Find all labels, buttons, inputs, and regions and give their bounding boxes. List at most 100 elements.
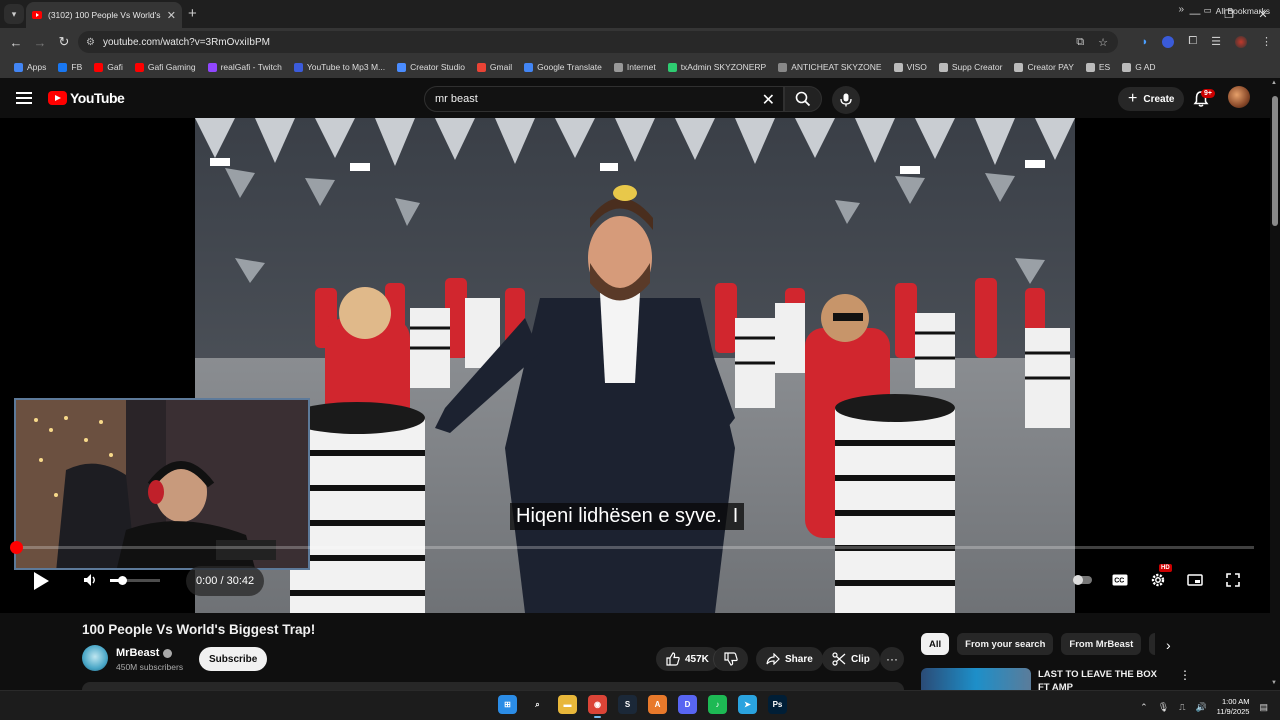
- back-button[interactable]: ←: [4, 35, 28, 50]
- extension-icon[interactable]: ◗: [1142, 36, 1149, 48]
- dislike-button[interactable]: [713, 647, 748, 671]
- progress-scrubber[interactable]: [10, 541, 23, 554]
- bookmark-label: Gafi: [107, 62, 123, 72]
- tab-close-icon[interactable]: ✕: [167, 9, 176, 22]
- bookmark-label: Gafi Gaming: [147, 62, 196, 72]
- recommended-thumbnail[interactable]: [921, 668, 1031, 690]
- forward-button[interactable]: →: [28, 35, 52, 50]
- settings-button[interactable]: [1147, 570, 1169, 590]
- filter-chip[interactable]: All: [921, 633, 950, 655]
- bookmark-item[interactable]: G AD: [1116, 62, 1161, 72]
- clip-button[interactable]: Clip: [822, 647, 880, 671]
- bookmark-item[interactable]: Supp Creator: [933, 62, 1009, 72]
- account-avatar[interactable]: [1228, 86, 1250, 108]
- youtube-logo[interactable]: YouTube: [48, 90, 125, 106]
- share-button[interactable]: Share: [756, 647, 823, 671]
- browser-toolbar: ← → ↻ ⚙ youtube.com/watch?v=3RmOvxiIbPM …: [0, 28, 1280, 56]
- recommended-menu-icon[interactable]: ⋮: [1179, 668, 1191, 682]
- network-icon[interactable]: ⎍: [1179, 702, 1185, 713]
- bookmark-item[interactable]: Google Translate: [518, 62, 608, 72]
- bookmark-item[interactable]: ANTICHEAT SKYZONE: [772, 62, 887, 72]
- filter-chip[interactable]: From MrBeast: [1061, 633, 1142, 655]
- extensions-puzzle-icon[interactable]: ⧠: [1188, 35, 1197, 48]
- all-bookmarks-button[interactable]: ▭ All Bookmarks: [1204, 5, 1270, 16]
- browser-menu-icon[interactable]: ⋮: [1261, 35, 1272, 48]
- channel-avatar[interactable]: [82, 645, 108, 671]
- like-button[interactable]: 457K: [656, 647, 719, 671]
- notification-center-icon[interactable]: ▤: [1259, 702, 1268, 713]
- volume-knob[interactable]: [118, 576, 127, 585]
- bookmark-item[interactable]: FB: [52, 62, 88, 72]
- bookmark-item[interactable]: txAdmin SKYZONERP: [662, 62, 773, 72]
- microphone-tray-icon[interactable]: 🎙: [1158, 702, 1169, 713]
- file-explorer-icon[interactable]: ▬: [558, 695, 577, 714]
- bookmark-item[interactable]: Gafi: [88, 62, 129, 72]
- filter-chip[interactable]: Bea: [1149, 633, 1155, 655]
- bookmark-item[interactable]: Creator Studio: [391, 62, 471, 72]
- video-player[interactable]: Hiqeni lidhësen e syve. I: [0, 118, 1270, 613]
- extension-icon[interactable]: [1162, 35, 1175, 48]
- chrome-icon[interactable]: ◉: [588, 695, 607, 718]
- browser-tab[interactable]: (3102) 100 People Vs World's Biggest Tra…: [26, 2, 182, 28]
- steam-icon[interactable]: S: [618, 695, 637, 714]
- chips-next-arrow-icon[interactable]: ›: [1166, 637, 1171, 653]
- new-tab-button[interactable]: +: [188, 5, 197, 22]
- app-icon[interactable]: A: [648, 695, 667, 714]
- create-label: Create: [1143, 93, 1175, 105]
- profile-icon[interactable]: [1235, 35, 1247, 48]
- tab-search-button[interactable]: ▾: [4, 4, 24, 24]
- bookmark-favicon-icon: [938, 62, 948, 72]
- search-input[interactable]: mr beast ✕: [424, 86, 784, 112]
- bookmark-item[interactable]: Gafi Gaming: [129, 62, 202, 72]
- fullscreen-button[interactable]: [1222, 570, 1244, 590]
- bookmark-item[interactable]: realGafi - Twitch: [202, 62, 288, 72]
- bookmark-label: VISO: [906, 62, 927, 72]
- scroll-up-arrow-icon[interactable]: ▲: [1271, 80, 1277, 86]
- windows-start-icon[interactable]: ⊞: [498, 695, 517, 714]
- bookmark-favicon-icon: [778, 62, 788, 72]
- install-app-icon[interactable]: ⧉: [1076, 36, 1084, 49]
- voice-search-button[interactable]: [832, 86, 860, 114]
- description-box[interactable]: [82, 682, 904, 690]
- bookmark-item[interactable]: ES: [1080, 62, 1116, 72]
- create-button[interactable]: + Create: [1118, 87, 1185, 111]
- scroll-down-arrow-icon[interactable]: ▼: [1271, 680, 1277, 686]
- progress-bar[interactable]: [16, 546, 1254, 549]
- clear-search-icon[interactable]: ✕: [762, 90, 775, 110]
- streamer-webcam-overlay: [14, 398, 310, 570]
- channel-name-link[interactable]: MrBeast: [116, 647, 173, 659]
- recommended-title[interactable]: LAST TO LEAVE THE BOX FT AMP: [1038, 668, 1163, 690]
- bookmark-star-icon[interactable]: ☆: [1098, 36, 1108, 49]
- captions-button[interactable]: CC: [1109, 570, 1131, 590]
- search-icon[interactable]: ⌕: [528, 695, 547, 714]
- more-actions-button[interactable]: ···: [880, 647, 904, 671]
- spotify-icon[interactable]: ♪: [708, 695, 727, 714]
- speaker-icon[interactable]: 🔊: [1195, 702, 1206, 713]
- photoshop-icon[interactable]: Ps: [768, 695, 787, 714]
- bookmark-item[interactable]: Apps: [8, 62, 52, 72]
- bookmark-item[interactable]: Creator PAY: [1008, 62, 1079, 72]
- subscribe-button[interactable]: Subscribe: [199, 647, 268, 671]
- reload-button[interactable]: ↻: [52, 34, 76, 50]
- search-button[interactable]: [784, 86, 822, 112]
- bookmark-item[interactable]: YouTube to Mp3 M...: [288, 62, 391, 72]
- bookmark-item[interactable]: Internet: [608, 62, 662, 72]
- volume-icon[interactable]: [82, 572, 98, 588]
- miniplayer-button[interactable]: [1184, 570, 1206, 590]
- telegram-icon[interactable]: ➤: [738, 695, 757, 714]
- video-frame[interactable]: [195, 118, 1075, 613]
- bookmark-item[interactable]: Gmail: [471, 62, 518, 72]
- scrollbar-thumb[interactable]: [1272, 96, 1278, 226]
- clock[interactable]: 1:00 AM 11/9/2025: [1217, 697, 1250, 717]
- reading-list-icon[interactable]: ☰: [1211, 35, 1221, 48]
- guide-menu-icon[interactable]: [16, 92, 32, 104]
- autoplay-toggle[interactable]: [1071, 570, 1093, 590]
- tray-overflow-icon[interactable]: ⌃: [1140, 702, 1148, 713]
- play-button[interactable]: [26, 567, 54, 595]
- site-info-icon[interactable]: ⚙: [86, 37, 95, 48]
- address-bar[interactable]: ⚙ youtube.com/watch?v=3RmOvxiIbPM ⧉ ☆: [78, 31, 1118, 53]
- filter-chip[interactable]: From your search: [957, 633, 1054, 655]
- bookmarks-overflow-button[interactable]: »: [1178, 4, 1184, 15]
- discord-icon[interactable]: D: [678, 695, 697, 714]
- bookmark-item[interactable]: VISO: [888, 62, 933, 72]
